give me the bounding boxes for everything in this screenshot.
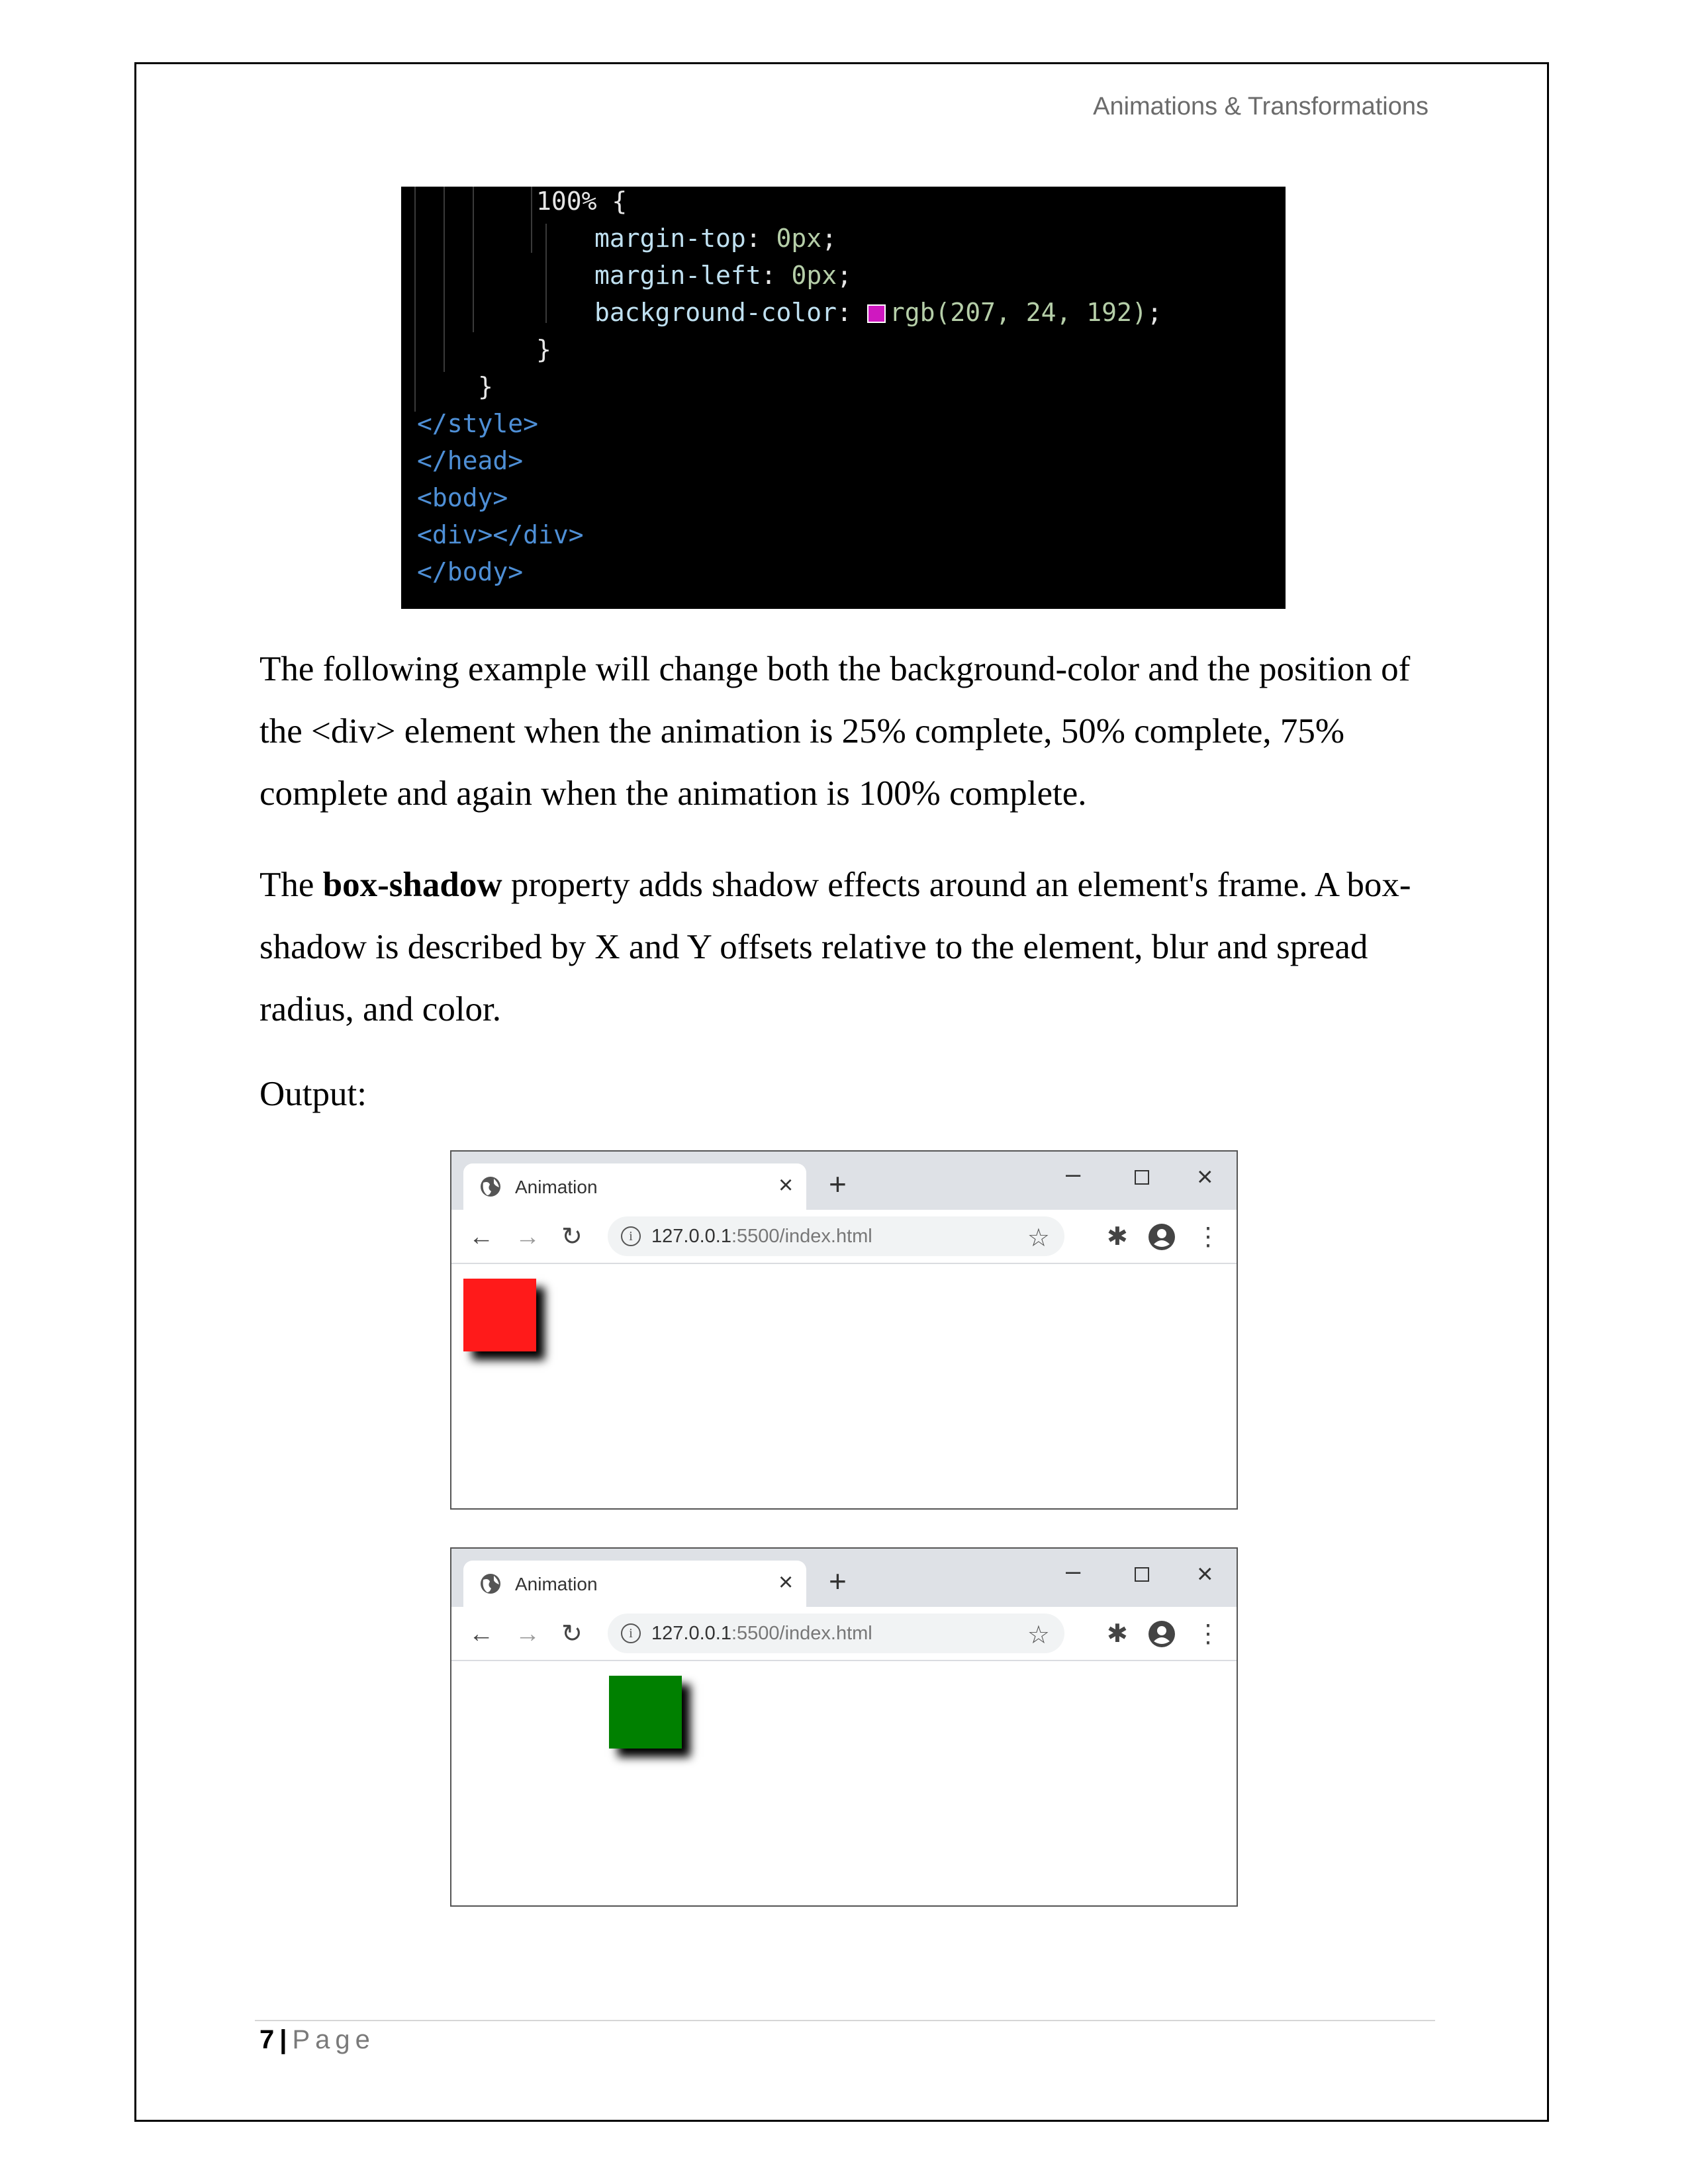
- browser-screenshot-2: Animation × + – × ← → ↻ i 127.0.0.1:5500…: [450, 1547, 1238, 1907]
- output-label: Output:: [259, 1075, 367, 1113]
- indent-guide: [545, 224, 547, 323]
- tab-close-icon[interactable]: ×: [778, 1569, 793, 1597]
- bookmark-star-icon[interactable]: ☆: [1027, 1223, 1050, 1253]
- globe-icon: [481, 1574, 500, 1594]
- footer-rule: [255, 2020, 1435, 2021]
- forward-icon[interactable]: →: [515, 1224, 540, 1250]
- url-text: 127.0.0.1:5500/index.html: [651, 1623, 872, 1645]
- back-icon[interactable]: ←: [469, 1621, 494, 1647]
- code-value: 0px: [791, 261, 837, 290]
- code-value: 0px: [776, 224, 822, 253]
- text: The: [259, 866, 323, 904]
- code-brace: }: [478, 372, 493, 401]
- code-line: <div></div>: [417, 520, 584, 549]
- address-bar[interactable]: i 127.0.0.1:5500/index.html ☆: [608, 1614, 1064, 1653]
- menu-icon[interactable]: ⋮: [1196, 1621, 1221, 1647]
- code-keyframe: 100%: [536, 187, 597, 216]
- code-property: margin-left: [594, 261, 761, 290]
- tab-strip: Animation × + – ×: [451, 1549, 1237, 1607]
- info-icon[interactable]: i: [621, 1623, 641, 1643]
- code-line: </body>: [417, 557, 524, 586]
- close-window-icon[interactable]: ×: [1197, 1161, 1213, 1193]
- url-path: :5500/index.html: [731, 1623, 872, 1644]
- url-path: :5500/index.html: [731, 1226, 872, 1247]
- info-icon[interactable]: i: [621, 1226, 641, 1246]
- page-viewport: [451, 1661, 1237, 1905]
- close-window-icon[interactable]: ×: [1197, 1558, 1213, 1590]
- forward-icon[interactable]: →: [515, 1621, 540, 1647]
- paragraph-keyframes-description: The following example will change both t…: [259, 650, 1411, 813]
- code-line: }: [536, 331, 551, 368]
- code-line: </head>: [417, 446, 524, 475]
- code-line: </style>: [417, 409, 539, 438]
- browser-toolbar: ← → ↻ i 127.0.0.1:5500/index.html ☆ ✱ ⋮: [451, 1607, 1237, 1661]
- code-property: margin-top: [594, 224, 746, 253]
- url-host: 127.0.0.1: [651, 1226, 731, 1247]
- new-tab-icon[interactable]: +: [829, 1566, 847, 1596]
- new-tab-icon[interactable]: +: [829, 1169, 847, 1199]
- code-screenshot: 100% { margin-top: 0px; margin-left: 0px…: [401, 187, 1286, 609]
- indent-guide: [444, 187, 445, 372]
- menu-icon[interactable]: ⋮: [1196, 1224, 1221, 1250]
- tab-strip: Animation × + – ×: [451, 1152, 1237, 1210]
- animated-div: [609, 1676, 682, 1749]
- browser-screenshot-1: Animation × + – × ← → ↻ i 127.0.0.1:5500…: [450, 1150, 1238, 1510]
- tab-title: Animation: [515, 1574, 598, 1594]
- profile-icon[interactable]: [1148, 1620, 1176, 1648]
- back-icon[interactable]: ←: [469, 1224, 494, 1250]
- maximize-icon[interactable]: [1135, 1567, 1149, 1582]
- code-line: margin-top: 0px;: [594, 224, 837, 253]
- bold-term: box-shadow: [322, 866, 502, 904]
- extensions-icon[interactable]: ✱: [1107, 1621, 1128, 1647]
- page-label: Page: [292, 2025, 375, 2054]
- reload-icon[interactable]: ↻: [561, 1224, 583, 1250]
- animated-div: [463, 1279, 536, 1351]
- extensions-icon[interactable]: ✱: [1107, 1224, 1128, 1250]
- code-line: }: [478, 368, 493, 405]
- page-footer: 7 | Page: [259, 2025, 375, 2055]
- page-viewport: [451, 1264, 1237, 1508]
- globe-icon: [481, 1177, 500, 1197]
- address-bar[interactable]: i 127.0.0.1:5500/index.html ☆: [608, 1216, 1064, 1256]
- minimize-icon[interactable]: –: [1066, 1557, 1080, 1586]
- bookmark-star-icon[interactable]: ☆: [1027, 1620, 1050, 1650]
- code-line: background-color: rgb(207, 24, 192);: [594, 298, 1162, 327]
- reload-icon[interactable]: ↻: [561, 1621, 583, 1647]
- paragraph-box-shadow: The box-shadow property adds shadow effe…: [259, 854, 1434, 1040]
- code-line: 100% {: [536, 187, 627, 220]
- indent-guide: [414, 187, 416, 412]
- browser-tab[interactable]: Animation ×: [463, 1163, 806, 1210]
- running-header: Animations & Transformations: [1093, 93, 1429, 120]
- maximize-icon[interactable]: [1135, 1170, 1149, 1185]
- indent-guide: [473, 187, 474, 332]
- code-brace: {: [612, 187, 628, 216]
- tab-title: Animation: [515, 1177, 598, 1197]
- code-property: background-color: [594, 298, 837, 327]
- code-line: margin-left: 0px;: [594, 261, 852, 290]
- url-text: 127.0.0.1:5500/index.html: [651, 1226, 872, 1248]
- color-swatch: [867, 304, 886, 323]
- code-value: rgb(207, 24, 192): [889, 298, 1147, 327]
- code-line: <body>: [417, 483, 508, 512]
- url-host: 127.0.0.1: [651, 1623, 731, 1644]
- tab-close-icon[interactable]: ×: [778, 1171, 793, 1200]
- browser-tab[interactable]: Animation ×: [463, 1561, 806, 1607]
- indent-guide: [531, 187, 532, 253]
- footer-separator: |: [279, 2025, 287, 2054]
- minimize-icon[interactable]: –: [1066, 1160, 1080, 1189]
- code-brace: }: [536, 335, 551, 364]
- profile-icon[interactable]: [1148, 1223, 1176, 1251]
- browser-toolbar: ← → ↻ i 127.0.0.1:5500/index.html ☆ ✱ ⋮: [451, 1210, 1237, 1264]
- page-number: 7: [259, 2025, 275, 2054]
